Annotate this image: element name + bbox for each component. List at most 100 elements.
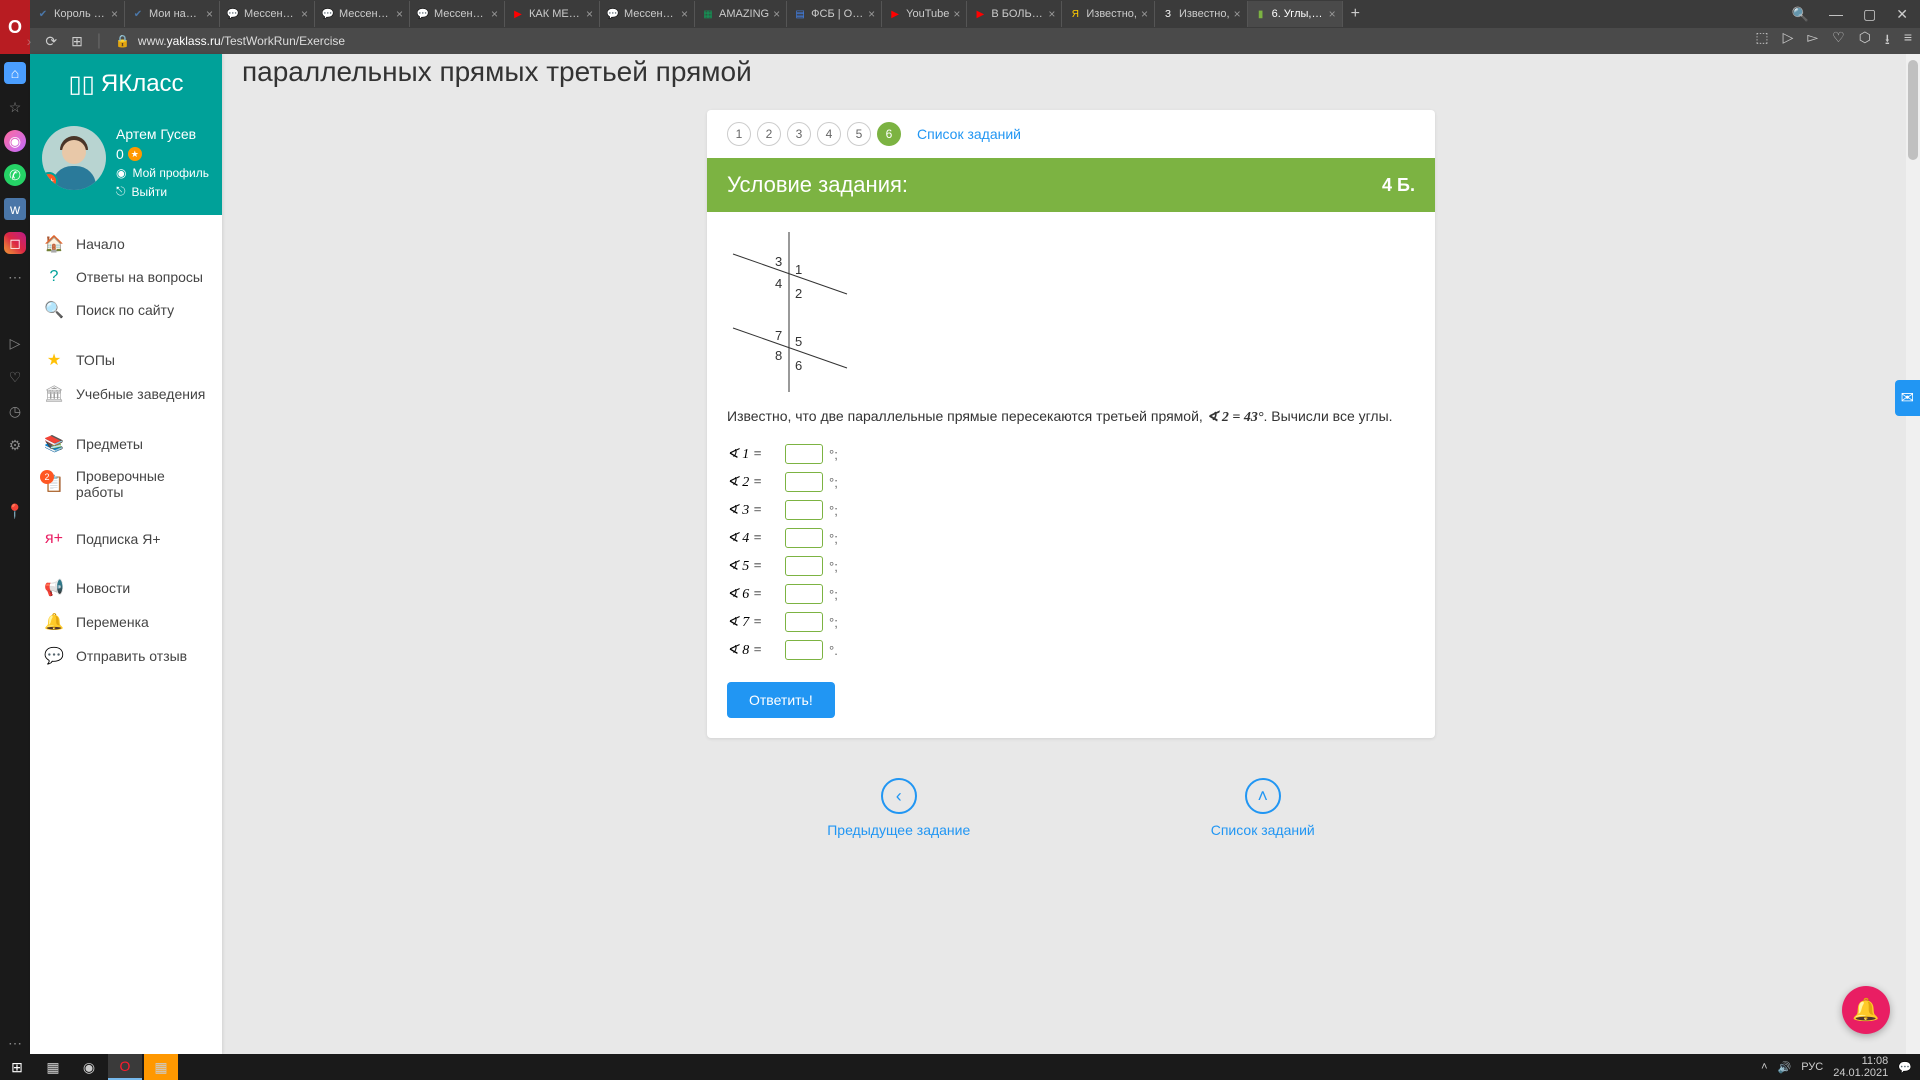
- browser-tab[interactable]: 💬Мессендже×: [410, 1, 505, 27]
- nav-tests[interactable]: 📋2Проверочные работы: [30, 461, 222, 507]
- tab-close-icon[interactable]: ×: [396, 7, 403, 21]
- nav-home[interactable]: 🏠Начало: [30, 227, 222, 261]
- angle-input-5[interactable]: [785, 556, 823, 576]
- easy-setup-icon[interactable]: ≡: [1904, 29, 1912, 53]
- download-icon[interactable]: ⭳: [1885, 29, 1890, 53]
- browser-tab[interactable]: ▤ФСБ | Общи×: [787, 1, 882, 27]
- scrollbar[interactable]: [1906, 54, 1920, 1054]
- angle-input-7[interactable]: [785, 612, 823, 632]
- scroll-thumb[interactable]: [1908, 60, 1918, 160]
- tab-close-icon[interactable]: ×: [1048, 7, 1055, 21]
- tab-close-icon[interactable]: ×: [773, 7, 780, 21]
- heart-sidebar-icon[interactable]: ♡: [4, 366, 26, 388]
- snapshot-icon[interactable]: ⬚: [1755, 29, 1768, 53]
- tab-close-icon[interactable]: ×: [206, 7, 213, 21]
- tab-close-icon[interactable]: ×: [1141, 7, 1148, 21]
- tray-notifications-icon[interactable]: 💬: [1898, 1061, 1912, 1074]
- pin-icon[interactable]: 📍: [4, 500, 26, 522]
- opera-taskbar-icon[interactable]: O: [108, 1054, 142, 1080]
- play-icon[interactable]: ▷: [1783, 29, 1794, 53]
- tab-close-icon[interactable]: ×: [868, 7, 875, 21]
- url-bar[interactable]: 🔒 www.yaklass.ru/TestWorkRun/Exercise: [115, 34, 345, 48]
- tab-close-icon[interactable]: ×: [586, 7, 593, 21]
- angle-input-1[interactable]: [785, 444, 823, 464]
- tab-close-icon[interactable]: ×: [301, 7, 308, 21]
- browser-tab[interactable]: ▶КАК МЕНЯ×: [505, 1, 600, 27]
- yaklass-logo[interactable]: ▯▯ ЯКласс: [30, 54, 222, 114]
- browser-tab[interactable]: ▶YouTube×: [882, 1, 967, 27]
- nav-break[interactable]: 🔔Переменка: [30, 605, 222, 639]
- nav-answers[interactable]: ?Ответы на вопросы: [30, 261, 222, 293]
- settings-icon[interactable]: ⚙: [4, 434, 26, 456]
- instagram-icon[interactable]: ◻: [4, 232, 26, 254]
- page-number-2[interactable]: 2: [757, 122, 781, 146]
- tray-lang[interactable]: РУС: [1801, 1061, 1823, 1073]
- nav-feedback[interactable]: 💬Отправить отзыв: [30, 639, 222, 673]
- tab-close-icon[interactable]: ×: [953, 7, 960, 21]
- page-number-3[interactable]: 3: [787, 122, 811, 146]
- opera-menu-button[interactable]: O: [0, 0, 30, 54]
- nav-schools[interactable]: 🏛Учебные заведения: [30, 377, 222, 411]
- page-number-5[interactable]: 5: [847, 122, 871, 146]
- browser-tab[interactable]: 💬Мессендже×: [315, 1, 410, 27]
- my-profile-link[interactable]: ◉ Мой профиль: [116, 166, 209, 180]
- search-icon[interactable]: 🔍: [1788, 6, 1813, 23]
- new-tab-button[interactable]: +: [1343, 5, 1368, 23]
- windows-start-button[interactable]: ⊞: [0, 1054, 34, 1080]
- prev-task-button[interactable]: ‹ Предыдущее задание: [827, 778, 970, 838]
- logout-link[interactable]: ⎋ Выйти: [116, 184, 209, 199]
- page-number-4[interactable]: 4: [817, 122, 841, 146]
- angle-input-3[interactable]: [785, 500, 823, 520]
- forward-button[interactable]: ›: [27, 33, 32, 49]
- tab-close-icon[interactable]: ×: [1234, 7, 1241, 21]
- bookmark-icon[interactable]: ☆: [4, 96, 26, 118]
- browser-tab[interactable]: ✔Мои настро×: [125, 1, 220, 27]
- dots-icon[interactable]: ⋯: [4, 266, 26, 288]
- chrome-taskbar-icon[interactable]: ◉: [72, 1054, 106, 1080]
- tray-chevron-icon[interactable]: ˄: [1761, 1061, 1767, 1073]
- task-view-button[interactable]: ▦: [36, 1054, 70, 1080]
- tray-volume-icon[interactable]: 🔊: [1778, 1061, 1792, 1074]
- avatar[interactable]: я+: [42, 126, 106, 190]
- minimize-button[interactable]: —: [1825, 6, 1847, 23]
- browser-tab[interactable]: ЯИзвестно,×: [1062, 1, 1155, 27]
- tab-close-icon[interactable]: ×: [1329, 7, 1336, 21]
- browser-tab[interactable]: ✔Король и Ш×: [30, 1, 125, 27]
- browser-tab[interactable]: ▦AMAZING×: [695, 1, 787, 27]
- nav-tops[interactable]: ★ТОПы: [30, 343, 222, 377]
- maximize-button[interactable]: ▢: [1859, 6, 1880, 23]
- close-button[interactable]: ✕: [1892, 6, 1912, 23]
- page-number-6[interactable]: 6: [877, 122, 901, 146]
- browser-tab[interactable]: 💬Мессендже×: [220, 1, 315, 27]
- browser-tab[interactable]: ЗИзвестно,×: [1155, 1, 1248, 27]
- tab-close-icon[interactable]: ×: [681, 7, 688, 21]
- tray-clock[interactable]: 11:08 24.01.2021: [1833, 1055, 1888, 1079]
- history-icon[interactable]: ◷: [4, 400, 26, 422]
- tab-close-icon[interactable]: ×: [491, 7, 498, 21]
- task-list-link[interactable]: Список заданий: [917, 126, 1021, 142]
- notification-bell-button[interactable]: 🔔: [1842, 986, 1890, 1034]
- vk-icon[interactable]: w: [4, 198, 26, 220]
- nav-subscription[interactable]: я+Подписка Я+: [30, 523, 222, 555]
- tab-close-icon[interactable]: ×: [111, 7, 118, 21]
- browser-tab[interactable]: ▶В БОЛЬ? СП×: [967, 1, 1062, 27]
- reload-button[interactable]: ⟳: [45, 33, 57, 50]
- play-sidebar-icon[interactable]: ▷: [4, 332, 26, 354]
- app-taskbar-icon[interactable]: ▦: [144, 1054, 178, 1080]
- cube-icon[interactable]: ⬡: [1859, 29, 1871, 53]
- angle-input-4[interactable]: [785, 528, 823, 548]
- nav-search[interactable]: 🔍Поиск по сайту: [30, 293, 222, 327]
- more-icon[interactable]: ⋯: [4, 1032, 26, 1054]
- angle-input-8[interactable]: [785, 640, 823, 660]
- angle-input-2[interactable]: [785, 472, 823, 492]
- browser-tab[interactable]: 💬Мессендже×: [600, 1, 695, 27]
- messenger-icon[interactable]: ◉: [4, 130, 26, 152]
- mail-tab-icon[interactable]: ✉: [1895, 380, 1920, 416]
- page-number-1[interactable]: 1: [727, 122, 751, 146]
- opera-home-icon[interactable]: ⌂: [4, 62, 26, 84]
- heart-icon[interactable]: ♡: [1832, 29, 1845, 53]
- task-list-button[interactable]: ˄ Список заданий: [1211, 778, 1315, 838]
- whatsapp-icon[interactable]: ✆: [4, 164, 26, 186]
- nav-subjects[interactable]: 📚Предметы: [30, 427, 222, 461]
- angle-input-6[interactable]: [785, 584, 823, 604]
